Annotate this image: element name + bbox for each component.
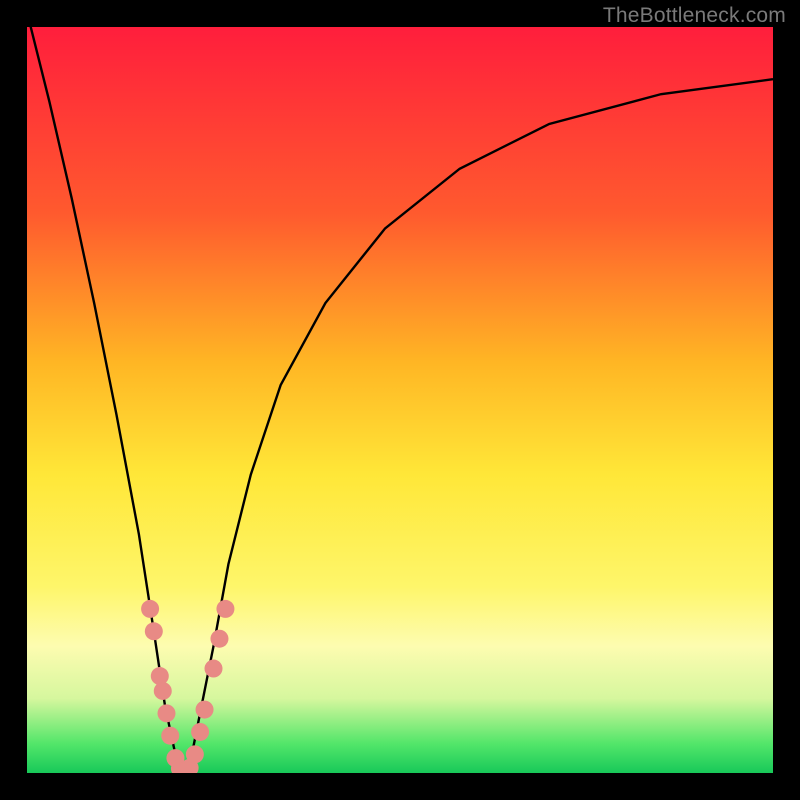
data-marker bbox=[158, 704, 176, 722]
data-marker bbox=[216, 600, 234, 618]
data-marker bbox=[145, 622, 163, 640]
chart-svg bbox=[27, 27, 773, 773]
data-marker bbox=[161, 727, 179, 745]
data-markers bbox=[141, 600, 234, 773]
chart-frame: TheBottleneck.com bbox=[0, 0, 800, 800]
data-marker bbox=[151, 667, 169, 685]
watermark-text: TheBottleneck.com bbox=[603, 4, 786, 28]
data-marker bbox=[186, 745, 204, 763]
plot-area bbox=[27, 27, 773, 773]
bottleneck-curve bbox=[27, 27, 773, 773]
data-marker bbox=[191, 723, 209, 741]
data-marker bbox=[141, 600, 159, 618]
data-marker bbox=[196, 701, 214, 719]
data-marker bbox=[154, 682, 172, 700]
data-marker bbox=[205, 660, 223, 678]
data-marker bbox=[210, 630, 228, 648]
